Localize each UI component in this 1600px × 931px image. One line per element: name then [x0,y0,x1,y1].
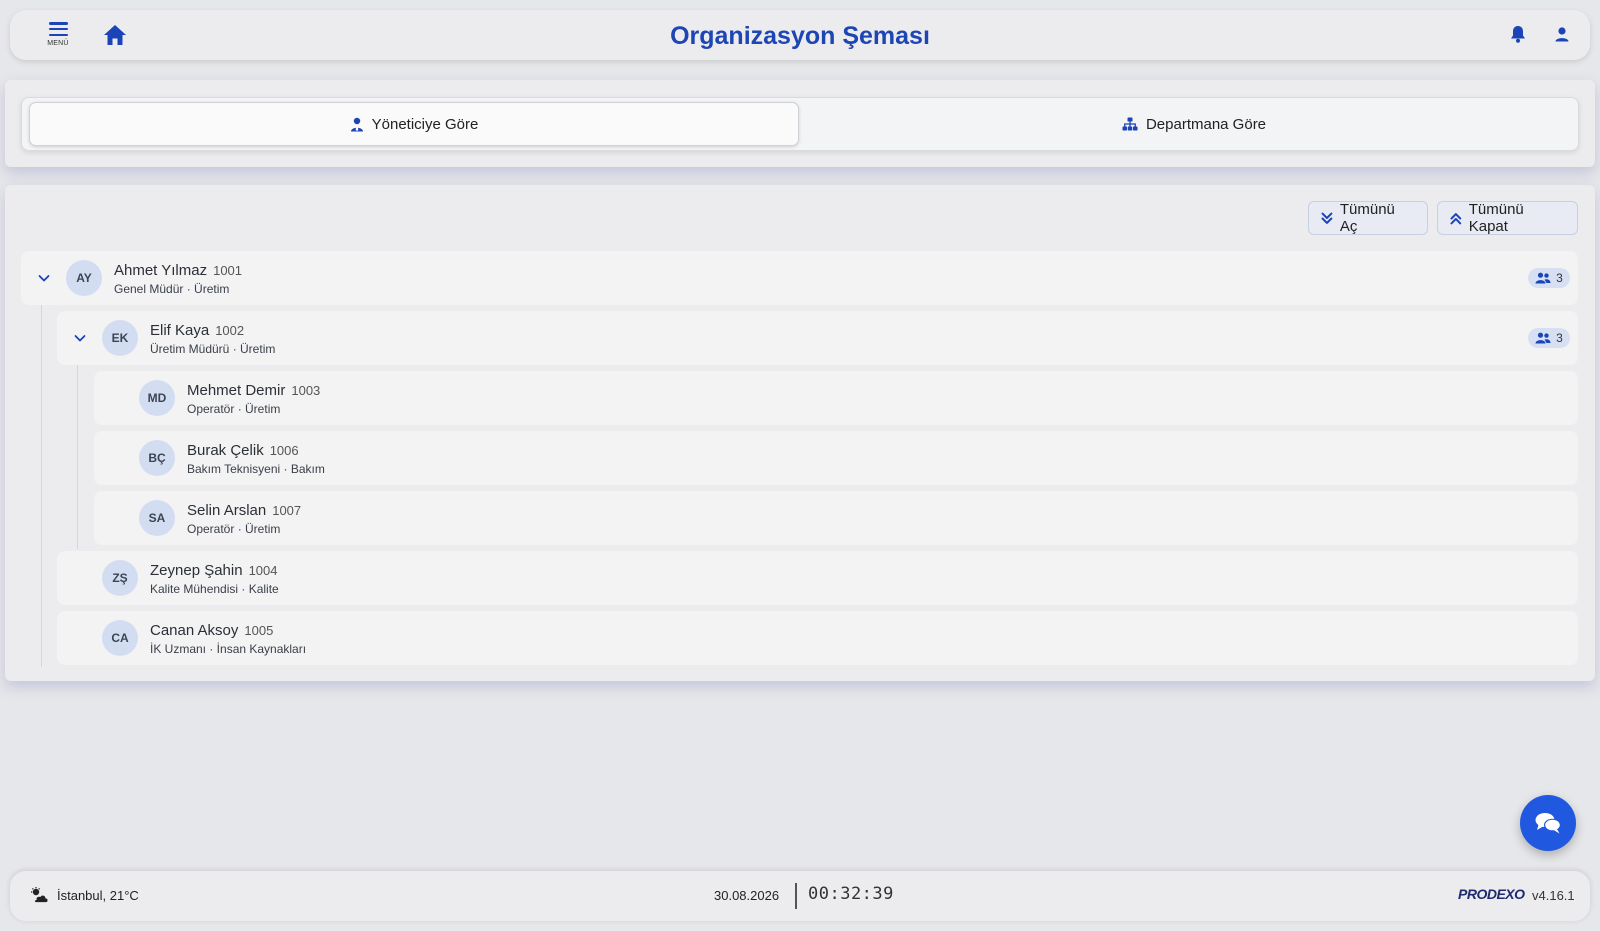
brand-name: PRODEXO [1458,886,1525,902]
direct-reports-count: 3 [1556,271,1563,285]
employee-name-row: Canan Aksoy 1005 [150,622,273,639]
avatar: AY [66,260,102,296]
expand-all-label: Tümünü Aç [1339,201,1395,235]
employee-id: 1003 [291,383,321,398]
view-mode-tabs: Yöneticiye Göre Departmana Göre [21,97,1579,151]
employee-name-row: Mehmet Demir 1003 [187,382,320,399]
home-button[interactable] [102,23,130,49]
chevron-down-icon[interactable] [71,329,89,347]
employee-id: 1005 [244,623,274,638]
employee-role: Üretim Müdürü · Üretim [150,342,276,356]
users-icon [1535,272,1551,284]
employee-name-row: Ahmet Yılmaz 1001 [114,262,242,279]
org-node-elif-kaya[interactable]: EK Elif Kaya 1002 Üretim Müdürü · Üretim … [57,311,1578,365]
tab-by-department-label: Departmana Göre [1145,115,1267,133]
employee-id: 1007 [272,503,302,518]
brand-logo: PRODEXO [1458,886,1525,902]
tab-by-manager-label: Yöneticiye Göre [371,115,479,133]
employee-id: 1006 [269,443,299,458]
collapse-all-label: Tümünü Kapat [1468,201,1524,235]
chat-bubbles-icon [1535,813,1561,834]
direct-reports-badge: 3 [1528,268,1570,288]
current-date: 30.08.2026 [714,888,780,903]
avatar: SA [139,500,175,536]
page-title: Organizasyon Şeması [670,22,930,50]
user-icon [1555,27,1569,42]
employee-name: Canan Aksoy [150,622,239,639]
menu-label: MENÜ [47,40,69,47]
org-node-zeynep-sahin[interactable]: ZŞ Zeynep Şahin 1004 Kalite Mühendisi · K… [57,551,1578,605]
double-chevron-up-icon [1450,212,1462,224]
chat-button[interactable] [1520,795,1576,851]
notifications-button[interactable] [1508,24,1530,46]
direct-reports-badge: 3 [1528,328,1570,348]
cloud-sun-icon [31,887,49,903]
employee-name-row: Zeynep Şahin 1004 [150,562,278,579]
avatar: BÇ [139,440,175,476]
org-node-ahmet-yilmaz[interactable]: AY Ahmet Yılmaz 1001 Genel Müdür · Üretim… [21,251,1578,305]
tree-connector [41,299,42,667]
users-icon [1535,332,1551,344]
employee-role: Operatör · Üretim [187,522,281,536]
collapse-all-button[interactable]: Tümünü Kapat [1437,201,1578,235]
weather-widget: İstanbul, 21°C [30,887,139,903]
employee-name: Zeynep Şahin [150,562,243,579]
avatar: MD [139,380,175,416]
employee-role: Kalite Mühendisi · Kalite [150,582,279,596]
menu-button[interactable]: MENÜ [40,20,76,54]
home-icon [104,25,126,45]
hamburger-icon [48,22,68,36]
avatar: EK [102,320,138,356]
org-node-burak-celik[interactable]: BÇ Burak Çelik 1006 Bakım Teknisyeni · Ba… [94,431,1578,485]
org-node-selin-arslan[interactable]: SA Selin Arslan 1007 Operatör · Üretim [94,491,1578,545]
org-node-mehmet-demir[interactable]: MD Mehmet Demir 1003 Operatör · Üretim [94,371,1578,425]
employee-name: Elif Kaya [150,322,210,339]
top-bar: MENÜ Organizasyon Şeması [10,10,1590,60]
employee-role: Operatör · Üretim [187,402,281,416]
profile-button[interactable] [1552,24,1574,46]
employee-role: Genel Müdür · Üretim [114,282,230,296]
avatar: CA [102,620,138,656]
employee-name: Mehmet Demir [187,382,286,399]
org-node-canan-aksoy[interactable]: CA Canan Aksoy 1005 İK Uzmanı · İnsan Kay… [57,611,1578,665]
sitemap-icon [1122,117,1138,131]
double-chevron-down-icon [1321,212,1333,224]
avatar: ZŞ [102,560,138,596]
view-mode-card: Yöneticiye Göre Departmana Göre [5,80,1595,167]
employee-id: 1001 [213,263,243,278]
employee-name: Selin Arslan [187,502,267,519]
employee-name: Burak Çelik [187,442,264,459]
employee-role: İK Uzmanı · İnsan Kaynakları [150,642,307,656]
footer-bar: İstanbul, 21°C 30.08.2026 00:32:39 PRODE… [10,871,1590,921]
expand-all-button[interactable]: Tümünü Aç [1308,201,1428,235]
employee-id: 1004 [248,563,278,578]
direct-reports-count: 3 [1556,331,1563,345]
current-time: 00:32:39 [808,884,894,904]
employee-name: Ahmet Yılmaz [114,262,208,279]
employee-name-row: Selin Arslan 1007 [187,502,301,519]
employee-id: 1002 [215,323,245,338]
tree-connector [77,359,78,549]
employee-name-row: Elif Kaya 1002 [150,322,244,339]
weather-text: İstanbul, 21°C [57,887,139,903]
user-tie-icon [350,117,363,131]
employee-name-row: Burak Çelik 1006 [187,442,299,459]
divider [795,883,797,909]
tab-by-manager[interactable]: Yöneticiye Göre [29,102,799,146]
app-version: v4.16.1 [1532,888,1575,903]
chevron-down-icon[interactable] [35,269,53,287]
tab-by-department[interactable]: Departmana Göre [814,102,1574,146]
bell-icon [1511,26,1525,43]
employee-role: Bakım Teknisyeni · Bakım [187,462,325,476]
org-tree-card: Tümünü Aç Tümünü Kapat AY Ahmet Yılmaz 10… [5,185,1595,681]
